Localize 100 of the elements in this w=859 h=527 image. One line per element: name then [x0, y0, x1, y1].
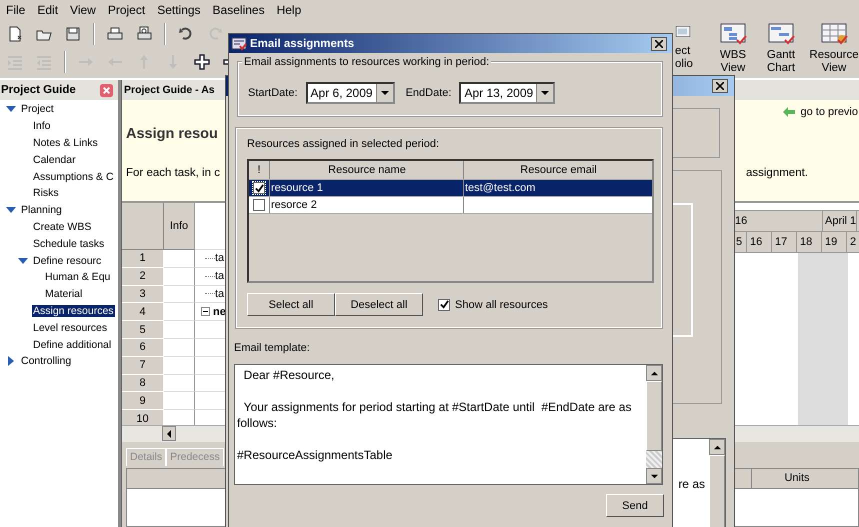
select-button[interactable]: Deselect all — [335, 293, 423, 316]
row-number: 6 — [122, 338, 164, 357]
column-header[interactable]: Units — [752, 469, 842, 488]
dropdown-arrow-icon — [541, 89, 550, 97]
day-header: 17 — [772, 232, 797, 252]
scroll-thumb[interactable] — [646, 381, 662, 451]
scroll-down-button[interactable] — [646, 468, 662, 484]
end-date-combo[interactable]: Apr 13, 2009 — [459, 82, 556, 104]
start-date-combo[interactable]: Apr 6, 2009 — [306, 82, 395, 104]
day-header: 18 — [797, 232, 822, 252]
panel-title: Project Guide — [1, 84, 76, 96]
scroll-up-button[interactable] — [709, 439, 725, 455]
dialog-title: Email assignments — [250, 38, 356, 50]
collapsed-triangle-icon[interactable] — [6, 356, 16, 366]
menu-item[interactable]: View — [64, 3, 102, 17]
day-header: 2 — [847, 232, 859, 252]
expanded-triangle-icon[interactable] — [18, 256, 28, 266]
collapse-icon[interactable] — [201, 307, 210, 316]
resource-row[interactable]: resorce 2 — [249, 197, 652, 214]
row-number: 7 — [122, 356, 164, 375]
task-name: ne — [213, 306, 226, 318]
menu-item[interactable]: Baselines — [206, 3, 271, 17]
portfolio-view-button[interactable]: ect olio — [675, 22, 697, 71]
dropdown-arrow-icon — [380, 89, 389, 97]
checkbox-label[interactable]: Show all resources — [455, 298, 548, 310]
day-header: 19 — [822, 232, 847, 252]
close-icon[interactable] — [99, 82, 114, 98]
panel-title: Project Guide - As — [124, 84, 215, 96]
row-number: 1 — [122, 250, 164, 268]
table-cell — [164, 303, 195, 322]
checkbox[interactable] — [253, 182, 265, 194]
tree-diagram-icon — [719, 22, 747, 46]
expanded-triangle-icon[interactable] — [6, 205, 16, 216]
row-number: 2 — [122, 268, 164, 286]
resource-view-button[interactable]: Resource View — [809, 22, 859, 75]
instruction-text: For each task, in c — [126, 167, 220, 179]
plus-icon[interactable] — [193, 53, 211, 71]
tree-item[interactable]: Define additional — [32, 338, 112, 351]
tree-item[interactable]: Schedule tasks — [32, 238, 106, 250]
send-button[interactable]: Send — [606, 494, 664, 517]
column-header[interactable]: Info — [164, 203, 195, 250]
table-cell — [164, 356, 195, 375]
column-header[interactable]: ! — [249, 161, 270, 179]
close-icon — [655, 40, 663, 48]
scroll-left-button[interactable] — [162, 426, 176, 441]
template-text-area[interactable]: Dear #Resource, Your assignments for period starting at #StartDate until #EndDate are as follows: #ResourceAssignmentsTable — [234, 364, 663, 485]
tree-item[interactable]: Material — [44, 288, 84, 300]
row-number: 9 — [122, 392, 164, 410]
scroll-up-button[interactable] — [646, 365, 662, 381]
close-button[interactable] — [712, 79, 728, 93]
template-text: #ResourceAssignmentsTable — [237, 448, 392, 462]
tree-item[interactable]: Assumptions & C — [32, 170, 115, 183]
table-cell — [164, 392, 195, 410]
menu-item[interactable]: Settings — [151, 3, 207, 17]
tree-item[interactable]: Assign resources — [32, 304, 115, 317]
task-name: ta — [215, 252, 224, 264]
row-number: 4 — [122, 303, 164, 322]
vertical-scrollbar[interactable] — [646, 365, 662, 484]
group-legend: Email assignments to resources working in period: — [242, 56, 492, 68]
checkbox[interactable] — [253, 199, 265, 211]
template-text: Your assignments for period starting at #StartDate until #EndDate are as follows: — [237, 400, 632, 430]
menu-item[interactable]: File — [0, 3, 32, 17]
gantt-view-button[interactable]: Gantt Chart — [761, 22, 801, 75]
instruction-text: assignment. — [746, 167, 808, 179]
tree-item[interactable]: Project — [20, 103, 55, 116]
menu-item[interactable]: Project — [102, 3, 152, 17]
section-label: Email template: — [234, 342, 311, 354]
tree-item[interactable]: Define resourc — [32, 254, 102, 267]
save-icon[interactable] — [64, 25, 82, 43]
tree-item[interactable]: Planning — [20, 204, 63, 216]
tree-item[interactable]: Controlling — [20, 355, 72, 368]
tree-item[interactable]: Calendar — [32, 154, 77, 166]
tree-item[interactable]: Create WBS — [32, 220, 92, 233]
up-arrow-icon — [650, 370, 658, 376]
left-arrow-icon — [782, 107, 795, 117]
wbs-view-button[interactable]: WBS View — [713, 22, 753, 75]
expanded-triangle-icon[interactable] — [6, 104, 16, 114]
previous-step-link[interactable]: go to previo — [800, 106, 858, 118]
menu-item[interactable]: Help — [270, 3, 308, 17]
close-icon — [716, 82, 724, 90]
row-number: 8 — [122, 374, 164, 392]
select-button[interactable]: Select all — [247, 293, 335, 316]
row-number: 10 — [122, 410, 164, 425]
tree-item[interactable]: Human & Equ — [44, 271, 112, 284]
menu-item[interactable]: Edit — [31, 3, 64, 17]
checkbox[interactable] — [438, 298, 450, 310]
column-header[interactable]: Resource name — [270, 161, 464, 179]
tree-item[interactable]: Info — [32, 120, 52, 132]
resource-email: test@test.com — [465, 182, 536, 194]
tree-item[interactable]: Risks — [32, 187, 60, 200]
resource-name: resorce 2 — [271, 199, 317, 211]
table-cell — [164, 268, 195, 286]
row-number: 3 — [122, 286, 164, 304]
column-header[interactable]: Resource email — [464, 161, 652, 179]
tree-item[interactable]: Notes & Links — [32, 136, 99, 149]
resource-row[interactable]: resource 1 test@test.com — [249, 180, 652, 197]
tree-item[interactable]: Level resources — [32, 322, 108, 334]
gantt-chart-icon — [767, 22, 795, 46]
close-button[interactable] — [651, 36, 667, 50]
row-number: 5 — [122, 321, 164, 339]
